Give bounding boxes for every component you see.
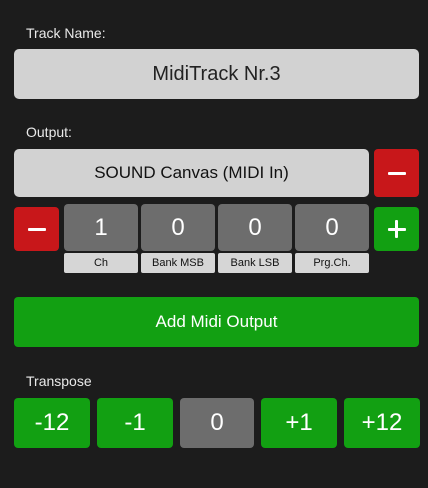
decrement-button[interactable] (14, 207, 59, 251)
increment-button[interactable] (374, 207, 419, 251)
channel-value[interactable]: 1 (64, 204, 138, 251)
minus-icon (27, 227, 46, 231)
output-label: Output: (26, 124, 72, 140)
output-device-field[interactable]: SOUND Canvas (MIDI In) (14, 149, 369, 197)
bank-lsb-label: Bank LSB (218, 253, 292, 273)
minus-icon (387, 171, 406, 175)
plus-icon (387, 220, 406, 238)
midi-track-panel: Track Name: MidiTrack Nr.3 Output: SOUND… (0, 0, 428, 488)
transpose-plus-1-button[interactable]: +1 (261, 398, 337, 448)
track-name-field[interactable]: MidiTrack Nr.3 (14, 49, 419, 99)
transpose-minus-12-button[interactable]: -12 (14, 398, 90, 448)
channel-label: Ch (64, 253, 138, 273)
remove-output-button[interactable] (374, 149, 419, 197)
transpose-value: 0 (180, 398, 254, 448)
bank-lsb-value[interactable]: 0 (218, 204, 292, 251)
bank-msb-label: Bank MSB (141, 253, 215, 273)
transpose-minus-1-button[interactable]: -1 (97, 398, 173, 448)
bank-msb-value[interactable]: 0 (141, 204, 215, 251)
program-change-value[interactable]: 0 (295, 204, 369, 251)
program-change-label: Prg.Ch. (295, 253, 369, 273)
track-name-label: Track Name: (26, 25, 106, 41)
transpose-label: Transpose (26, 373, 92, 389)
add-midi-output-button[interactable]: Add Midi Output (14, 297, 419, 347)
transpose-plus-12-button[interactable]: +12 (344, 398, 420, 448)
